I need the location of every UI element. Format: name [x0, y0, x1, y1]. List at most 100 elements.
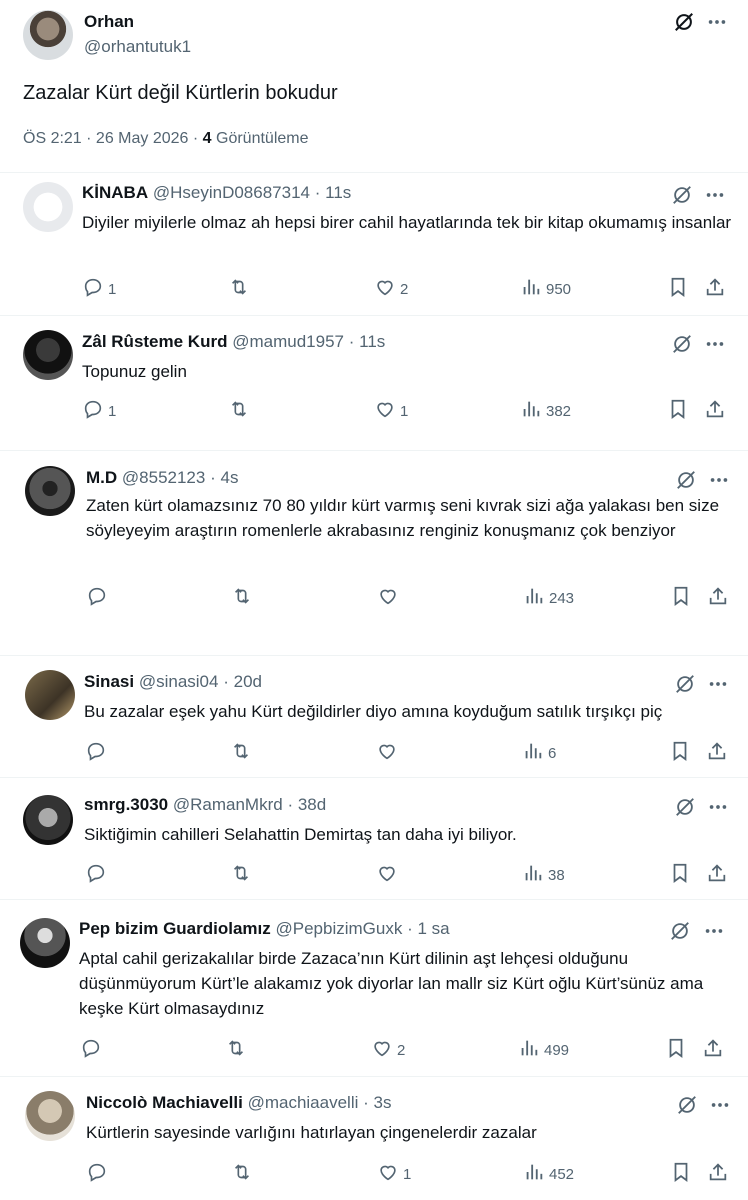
- bookmark-button[interactable]: [670, 1161, 692, 1187]
- like-button[interactable]: 2: [371, 1037, 405, 1063]
- retweet-button[interactable]: [230, 740, 256, 766]
- reply-button[interactable]: [86, 1161, 112, 1187]
- heart-icon: [377, 1161, 399, 1187]
- reply-time[interactable]: 11s: [359, 332, 385, 351]
- reply-time[interactable]: 20d: [234, 672, 262, 691]
- reply-time[interactable]: 1 sa: [418, 919, 450, 938]
- reply-time[interactable]: 38d: [298, 795, 326, 814]
- reply-author-handle[interactable]: @mamud1957: [232, 332, 344, 351]
- avatar[interactable]: [23, 330, 73, 380]
- grok-icon[interactable]: [672, 10, 696, 34]
- like-button[interactable]: [377, 585, 403, 611]
- post-timestamp[interactable]: ÖS 2:21 · 26 May 2026 ·: [23, 130, 203, 147]
- avatar[interactable]: [20, 918, 70, 968]
- reply-button[interactable]: [80, 1037, 106, 1063]
- grok-icon[interactable]: [674, 468, 698, 492]
- views-button[interactable]: 452: [523, 1161, 574, 1187]
- retweet-button[interactable]: [228, 398, 254, 424]
- share-button[interactable]: [707, 1161, 729, 1187]
- grok-icon[interactable]: [673, 795, 697, 819]
- reply-actions: 1 1 382: [0, 398, 748, 422]
- avatar[interactable]: [25, 466, 75, 516]
- retweet-button[interactable]: [231, 1161, 257, 1187]
- more-options-icon[interactable]: [705, 10, 729, 34]
- grok-icon[interactable]: [670, 183, 694, 207]
- like-count: 1: [403, 1165, 412, 1183]
- reply-author-handle[interactable]: @8552123: [122, 468, 205, 487]
- reply-author-name[interactable]: Zâl Rûsteme Kurd: [82, 332, 227, 351]
- reply-button[interactable]: [85, 740, 111, 766]
- reply-author-handle[interactable]: @machiaavelli: [248, 1093, 359, 1112]
- avatar[interactable]: [23, 182, 73, 232]
- avatar[interactable]: [25, 670, 75, 720]
- retweet-button[interactable]: [231, 585, 257, 611]
- share-button[interactable]: [702, 1037, 724, 1063]
- reply-author-handle[interactable]: @sinasi04: [139, 672, 219, 691]
- reply-button[interactable]: 1: [82, 276, 116, 302]
- grok-icon[interactable]: [670, 332, 694, 356]
- bookmark-button[interactable]: [667, 398, 689, 424]
- bookmark-button[interactable]: [665, 1037, 687, 1063]
- reply-author-name[interactable]: Sinasi: [84, 672, 134, 691]
- reply-author-handle[interactable]: @PepbizimGuxk: [276, 919, 403, 938]
- reply-author-name[interactable]: Pep bizim Guardiolamız: [79, 919, 271, 938]
- retweet-button[interactable]: [228, 276, 254, 302]
- more-options-icon[interactable]: [703, 183, 727, 207]
- reply-actions: 1 452: [0, 1161, 748, 1185]
- grok-icon[interactable]: [673, 672, 697, 696]
- reply-author-name[interactable]: Niccolò Machiavelli: [86, 1093, 243, 1112]
- bookmark-button[interactable]: [669, 862, 691, 888]
- reply-time[interactable]: 11s: [325, 183, 351, 202]
- author-name[interactable]: Orhan: [84, 12, 134, 32]
- retweet-button[interactable]: [230, 862, 256, 888]
- avatar[interactable]: [25, 1091, 75, 1141]
- grok-icon[interactable]: [668, 919, 692, 943]
- reply-icon: [82, 398, 104, 424]
- like-button[interactable]: 2: [374, 276, 408, 302]
- separator-dot: ·: [363, 1093, 369, 1112]
- views-button[interactable]: 950: [520, 276, 571, 302]
- like-button[interactable]: [376, 862, 402, 888]
- like-button[interactable]: 1: [374, 398, 408, 424]
- like-button[interactable]: [376, 740, 402, 766]
- avatar[interactable]: [23, 795, 73, 845]
- reply-time[interactable]: 4s: [221, 468, 239, 487]
- reply-button[interactable]: [86, 585, 112, 611]
- reply-author-handle[interactable]: @HseyinD08687314: [153, 183, 310, 202]
- more-options-icon[interactable]: [702, 919, 726, 943]
- share-button[interactable]: [704, 398, 726, 424]
- views-button[interactable]: 6: [522, 740, 556, 766]
- grok-icon[interactable]: [675, 1093, 699, 1117]
- reply-author-name[interactable]: KİNABA: [82, 183, 148, 202]
- reply-time[interactable]: 3s: [374, 1093, 392, 1112]
- reply-button[interactable]: [85, 862, 111, 888]
- share-button[interactable]: [707, 585, 729, 611]
- more-options-icon[interactable]: [707, 468, 731, 492]
- more-options-icon[interactable]: [706, 672, 730, 696]
- reply-author-name[interactable]: smrg.3030: [84, 795, 168, 814]
- views-button[interactable]: 499: [518, 1037, 569, 1063]
- more-options-icon[interactable]: [708, 1093, 732, 1117]
- separator-dot: ·: [223, 672, 229, 691]
- views-button[interactable]: 243: [523, 585, 574, 611]
- divider: [0, 899, 748, 900]
- share-button[interactable]: [706, 862, 728, 888]
- bookmark-button[interactable]: [669, 740, 691, 766]
- author-handle[interactable]: @orhantutuk1: [84, 37, 191, 57]
- bookmark-button[interactable]: [667, 276, 689, 302]
- like-button[interactable]: 1: [377, 1161, 411, 1187]
- views-button[interactable]: 382: [520, 398, 571, 424]
- bookmark-button[interactable]: [670, 585, 692, 611]
- more-options-icon[interactable]: [706, 795, 730, 819]
- more-options-icon[interactable]: [703, 332, 727, 356]
- reply-author-name[interactable]: M.D: [86, 468, 117, 487]
- reply-button[interactable]: 1: [82, 398, 116, 424]
- heart-icon: [374, 398, 396, 424]
- separator-dot: ·: [210, 468, 216, 487]
- avatar[interactable]: [23, 10, 73, 60]
- share-button[interactable]: [704, 276, 726, 302]
- share-button[interactable]: [706, 740, 728, 766]
- views-button[interactable]: 38: [522, 862, 565, 888]
- retweet-button[interactable]: [225, 1037, 251, 1063]
- reply-author-handle[interactable]: @RamanMkrd: [173, 795, 283, 814]
